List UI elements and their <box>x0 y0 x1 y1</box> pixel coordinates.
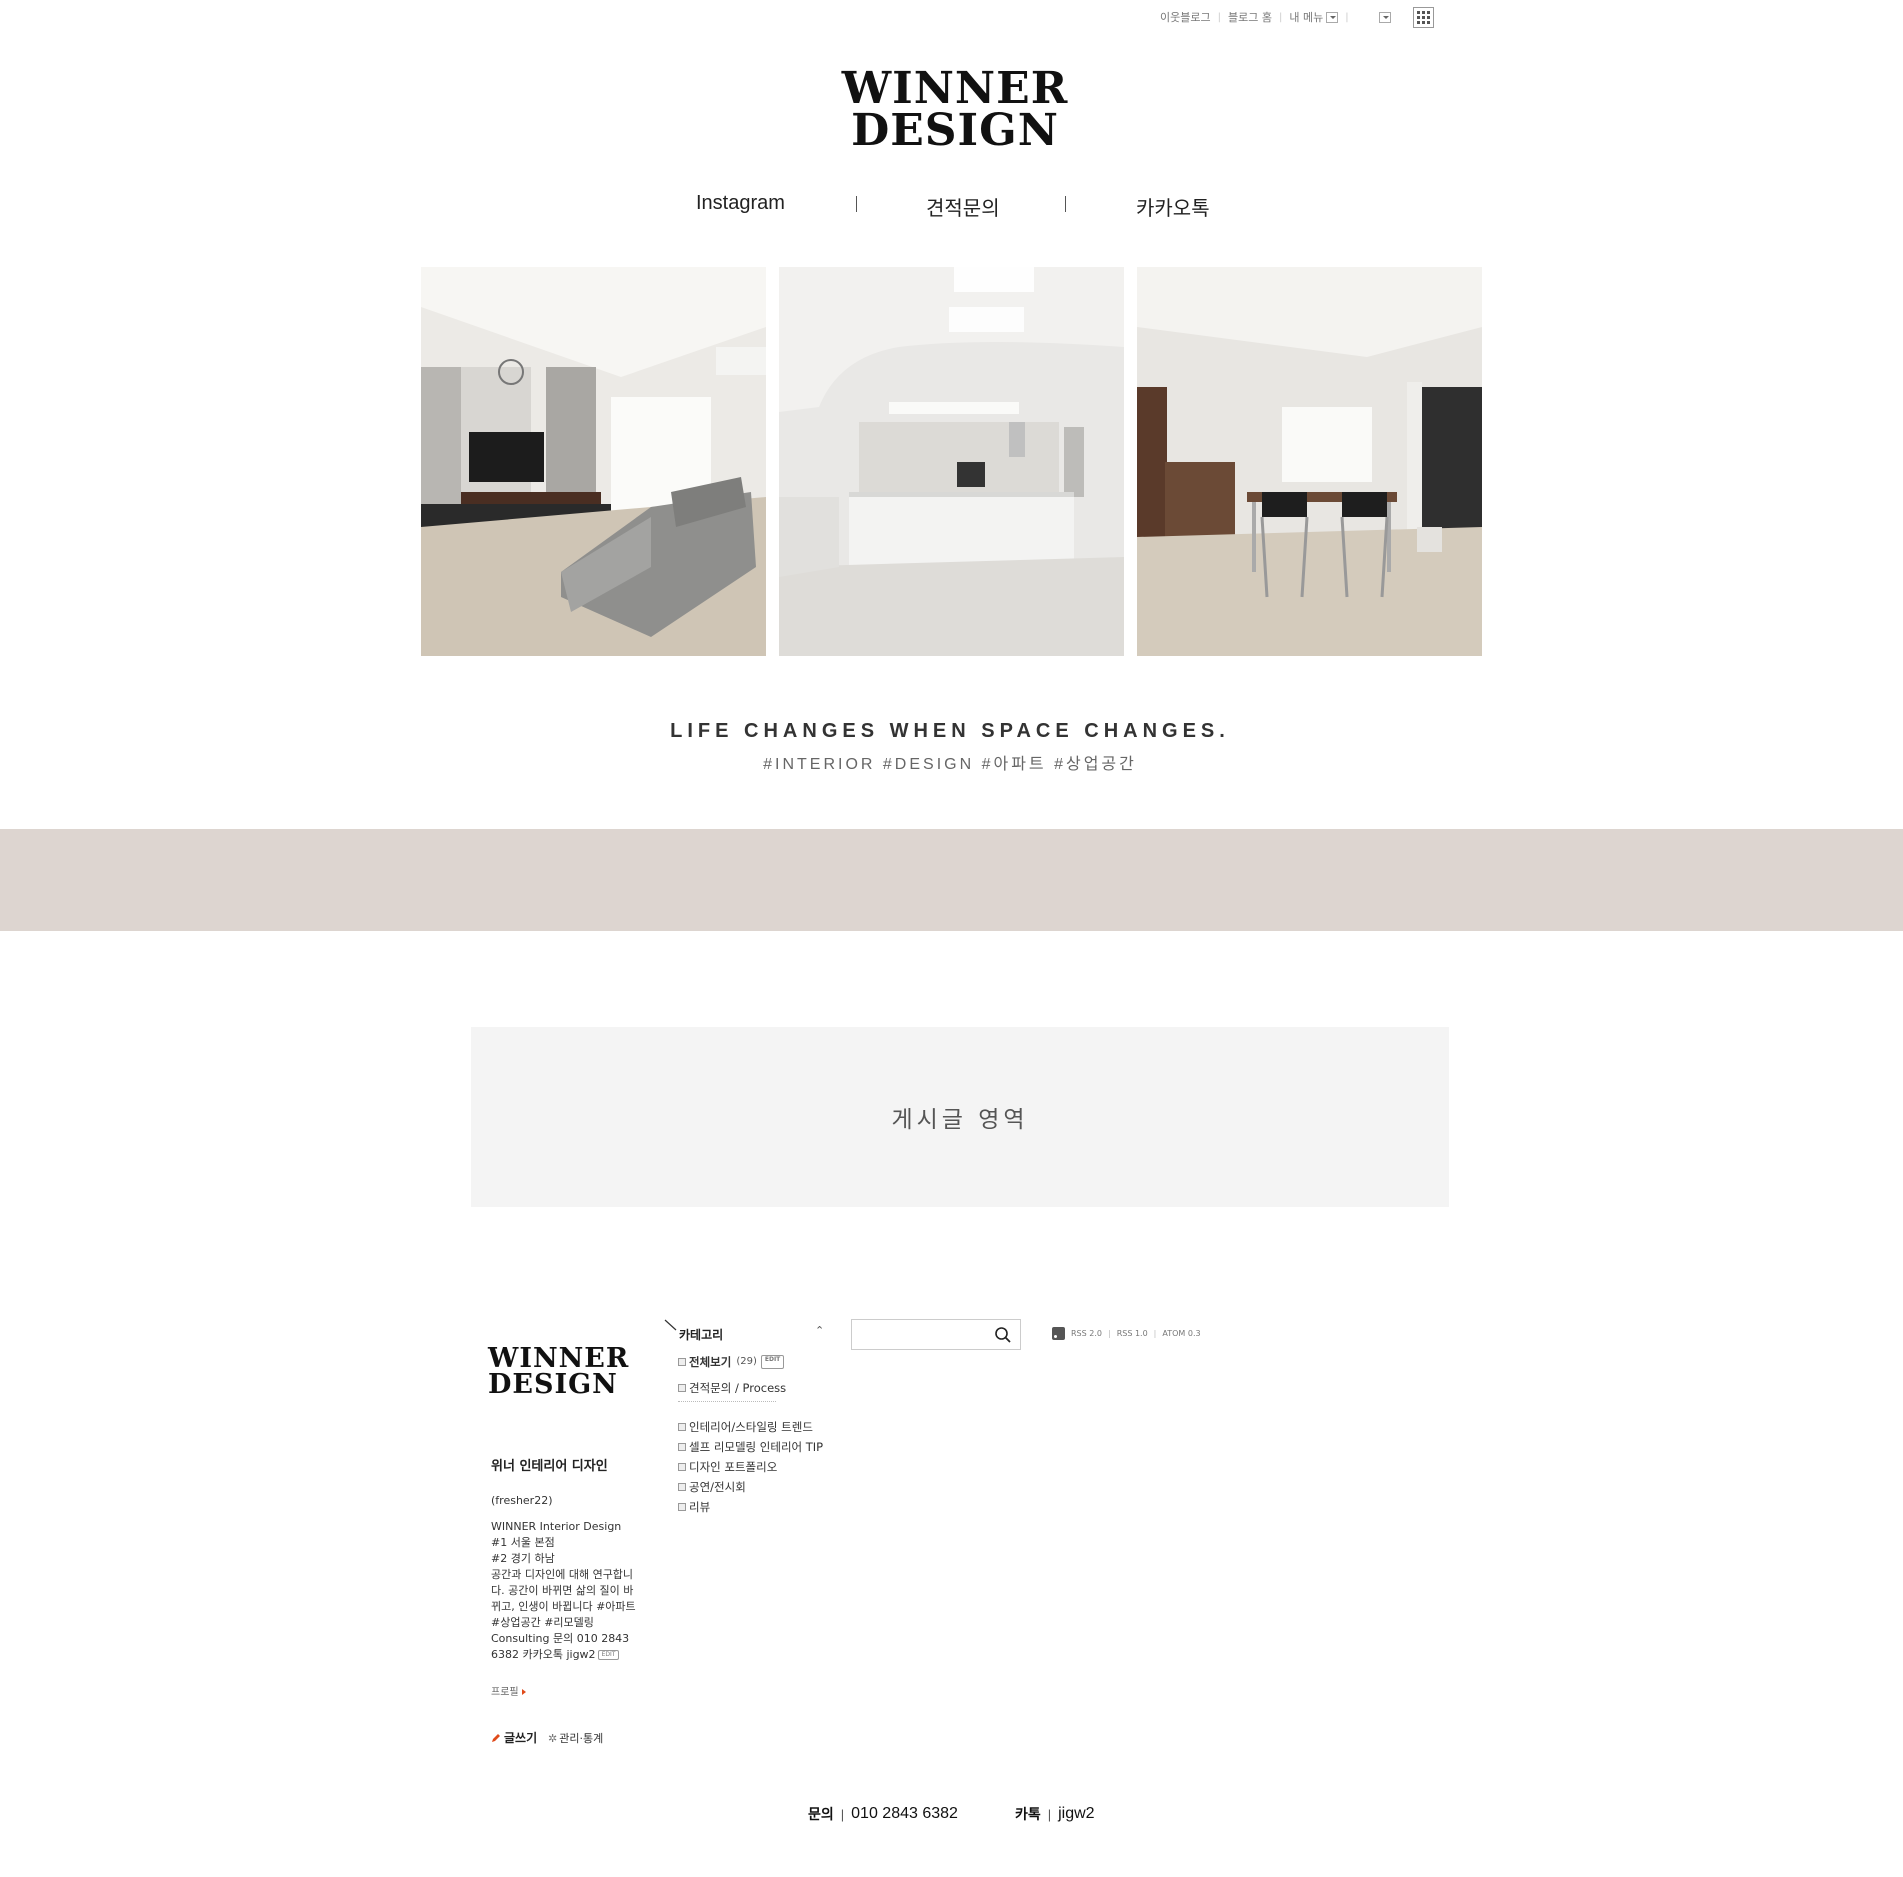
atom-link[interactable]: ATOM 0.3 <box>1162 1329 1200 1338</box>
category-label: 디자인 포트폴리오 <box>689 1460 778 1474</box>
logo-line-2: DESIGN <box>488 1368 618 1400</box>
post-area-label: 게시글 영역 <box>891 1107 1029 1133</box>
profile-link[interactable]: 프로필 <box>491 1683 526 1698</box>
nav-kakaotalk[interactable]: 카카오톡 <box>1136 192 1210 221</box>
profile-description: WINNER Interior Design #1 서울 본점 #2 경기 하남… <box>491 1519 636 1663</box>
profile-edit-button[interactable]: EDIT <box>597 1650 620 1660</box>
site-logo[interactable]: WINNER DESIGN <box>840 63 1070 156</box>
category-label: 공연/전시회 <box>689 1480 746 1494</box>
rss1-link[interactable]: RSS 1.0 <box>1117 1329 1148 1338</box>
hashtags: #INTERIOR #DESIGN #아파트 #상업공간 <box>763 756 1137 773</box>
photo-living-room <box>421 267 766 656</box>
rss-links: RSS 2.0 | RSS 1.0 | ATOM 0.3 <box>1052 1327 1201 1340</box>
category-item[interactable]: 디자인 포트폴리오 <box>678 1460 828 1474</box>
pencil-icon <box>492 1733 500 1742</box>
top-utility-bar: 이웃블로그 | 블로그 홈 | 내 메뉴 | <box>1160 6 1434 28</box>
category-bullet-icon <box>678 1443 686 1451</box>
profile-description-text: WINNER Interior Design #1 서울 본점 #2 경기 하남… <box>491 1520 636 1661</box>
search-icon[interactable] <box>994 1326 1012 1344</box>
category-divider <box>678 1401 776 1402</box>
category-list: 전체보기 (29) EDIT 견적문의 / Process 인테리어/스타일링 … <box>678 1355 828 1520</box>
category-edit-button[interactable]: EDIT <box>760 1355 785 1369</box>
category-bullet-icon <box>678 1358 686 1366</box>
category-label: 셀프 리모델링 인테리어 TIP <box>689 1440 824 1454</box>
admin-stats-button[interactable]: ✲ 관리·통계 <box>548 1730 603 1746</box>
blog-owner-id: (fresher22) <box>491 1494 553 1507</box>
blog-home-link[interactable]: 블로그 홈 <box>1228 9 1272 25</box>
category-label: 리뷰 <box>689 1500 711 1514</box>
main-nav: Instagram 견적문의 카카오톡 <box>640 192 1260 222</box>
separator: | <box>1278 11 1283 23</box>
nav-instagram[interactable]: Instagram <box>696 192 785 215</box>
footer-contact: 문의 | 010 2843 6382 카톡 | jigw2 <box>808 1805 1095 1822</box>
dropdown-icon[interactable] <box>1378 11 1391 23</box>
search-input[interactable] <box>858 1325 988 1345</box>
category-item[interactable]: 셀프 리모델링 인테리어 TIP <box>678 1440 828 1454</box>
admin-stats-label: 관리·통계 <box>559 1732 604 1745</box>
write-post-button[interactable]: 글쓰기 <box>491 1729 537 1746</box>
photo-kitchen <box>779 267 1124 656</box>
category-item[interactable]: 공연/전시회 <box>678 1480 828 1494</box>
logo-line-1: WINNER <box>841 63 1069 114</box>
category-corner-icon <box>664 1319 677 1331</box>
contact-label: 문의 <box>808 1806 834 1822</box>
separator: | <box>1217 11 1221 23</box>
blog-search <box>851 1319 1021 1350</box>
blog-owner-name[interactable]: 위너 인테리어 디자인 <box>491 1458 616 1475</box>
nav-separator <box>856 196 857 212</box>
kakao-label: 카톡 <box>1014 1806 1041 1822</box>
nav-separator <box>1065 196 1066 212</box>
separator: | <box>1345 11 1349 23</box>
kakao-id: jigw2 <box>1058 1805 1095 1822</box>
neighbor-blog-link[interactable]: 이웃블로그 <box>1160 9 1211 25</box>
category-bullet-icon <box>678 1384 686 1392</box>
nav-estimate-inquiry[interactable]: 견적문의 <box>926 192 1000 221</box>
app-grid-icon[interactable] <box>1412 6 1434 28</box>
category-item[interactable]: 견적문의 / Process <box>678 1381 828 1395</box>
category-collapse-icon[interactable]: ⌃ <box>815 1324 824 1337</box>
my-menu-dropdown-icon[interactable] <box>1326 11 1339 23</box>
category-item[interactable]: 인테리어/스타일링 트렌드 <box>678 1420 828 1434</box>
category-title: 카테고리 <box>679 1328 724 1342</box>
category-bullet-icon <box>678 1483 686 1491</box>
category-bullet-icon <box>678 1503 686 1511</box>
decorative-band <box>0 829 1903 931</box>
logo-line-1: WINNER <box>488 1343 630 1374</box>
gear-icon: ✲ <box>548 1731 558 1745</box>
category-bullet-icon <box>678 1463 686 1471</box>
category-label: 인테리어/스타일링 트렌드 <box>689 1420 813 1434</box>
logo-line-2: DESIGN <box>851 104 1059 156</box>
category-item[interactable]: 리뷰 <box>678 1500 828 1514</box>
rss2-link[interactable]: RSS 2.0 <box>1071 1329 1102 1338</box>
write-post-label: 글쓰기 <box>504 1731 538 1745</box>
category-item-all[interactable]: 전체보기 (29) EDIT <box>678 1355 828 1369</box>
post-area: 게시글 영역 <box>471 1027 1449 1207</box>
tagline: LIFE CHANGES WHEN SPACE CHANGES. <box>670 720 1230 742</box>
category-label: 견적문의 / Process <box>689 1381 787 1395</box>
my-menu-link[interactable]: 내 메뉴 <box>1289 9 1323 25</box>
profile-logo[interactable]: WINNER DESIGN <box>488 1343 638 1400</box>
category-all-label: 전체보기 <box>689 1355 732 1369</box>
contact-phone: 010 2843 6382 <box>851 1805 958 1822</box>
category-bullet-icon <box>678 1423 686 1431</box>
rss-icon <box>1052 1327 1065 1340</box>
photo-dining-room <box>1137 267 1482 656</box>
category-all-count: (29) <box>736 1356 757 1367</box>
